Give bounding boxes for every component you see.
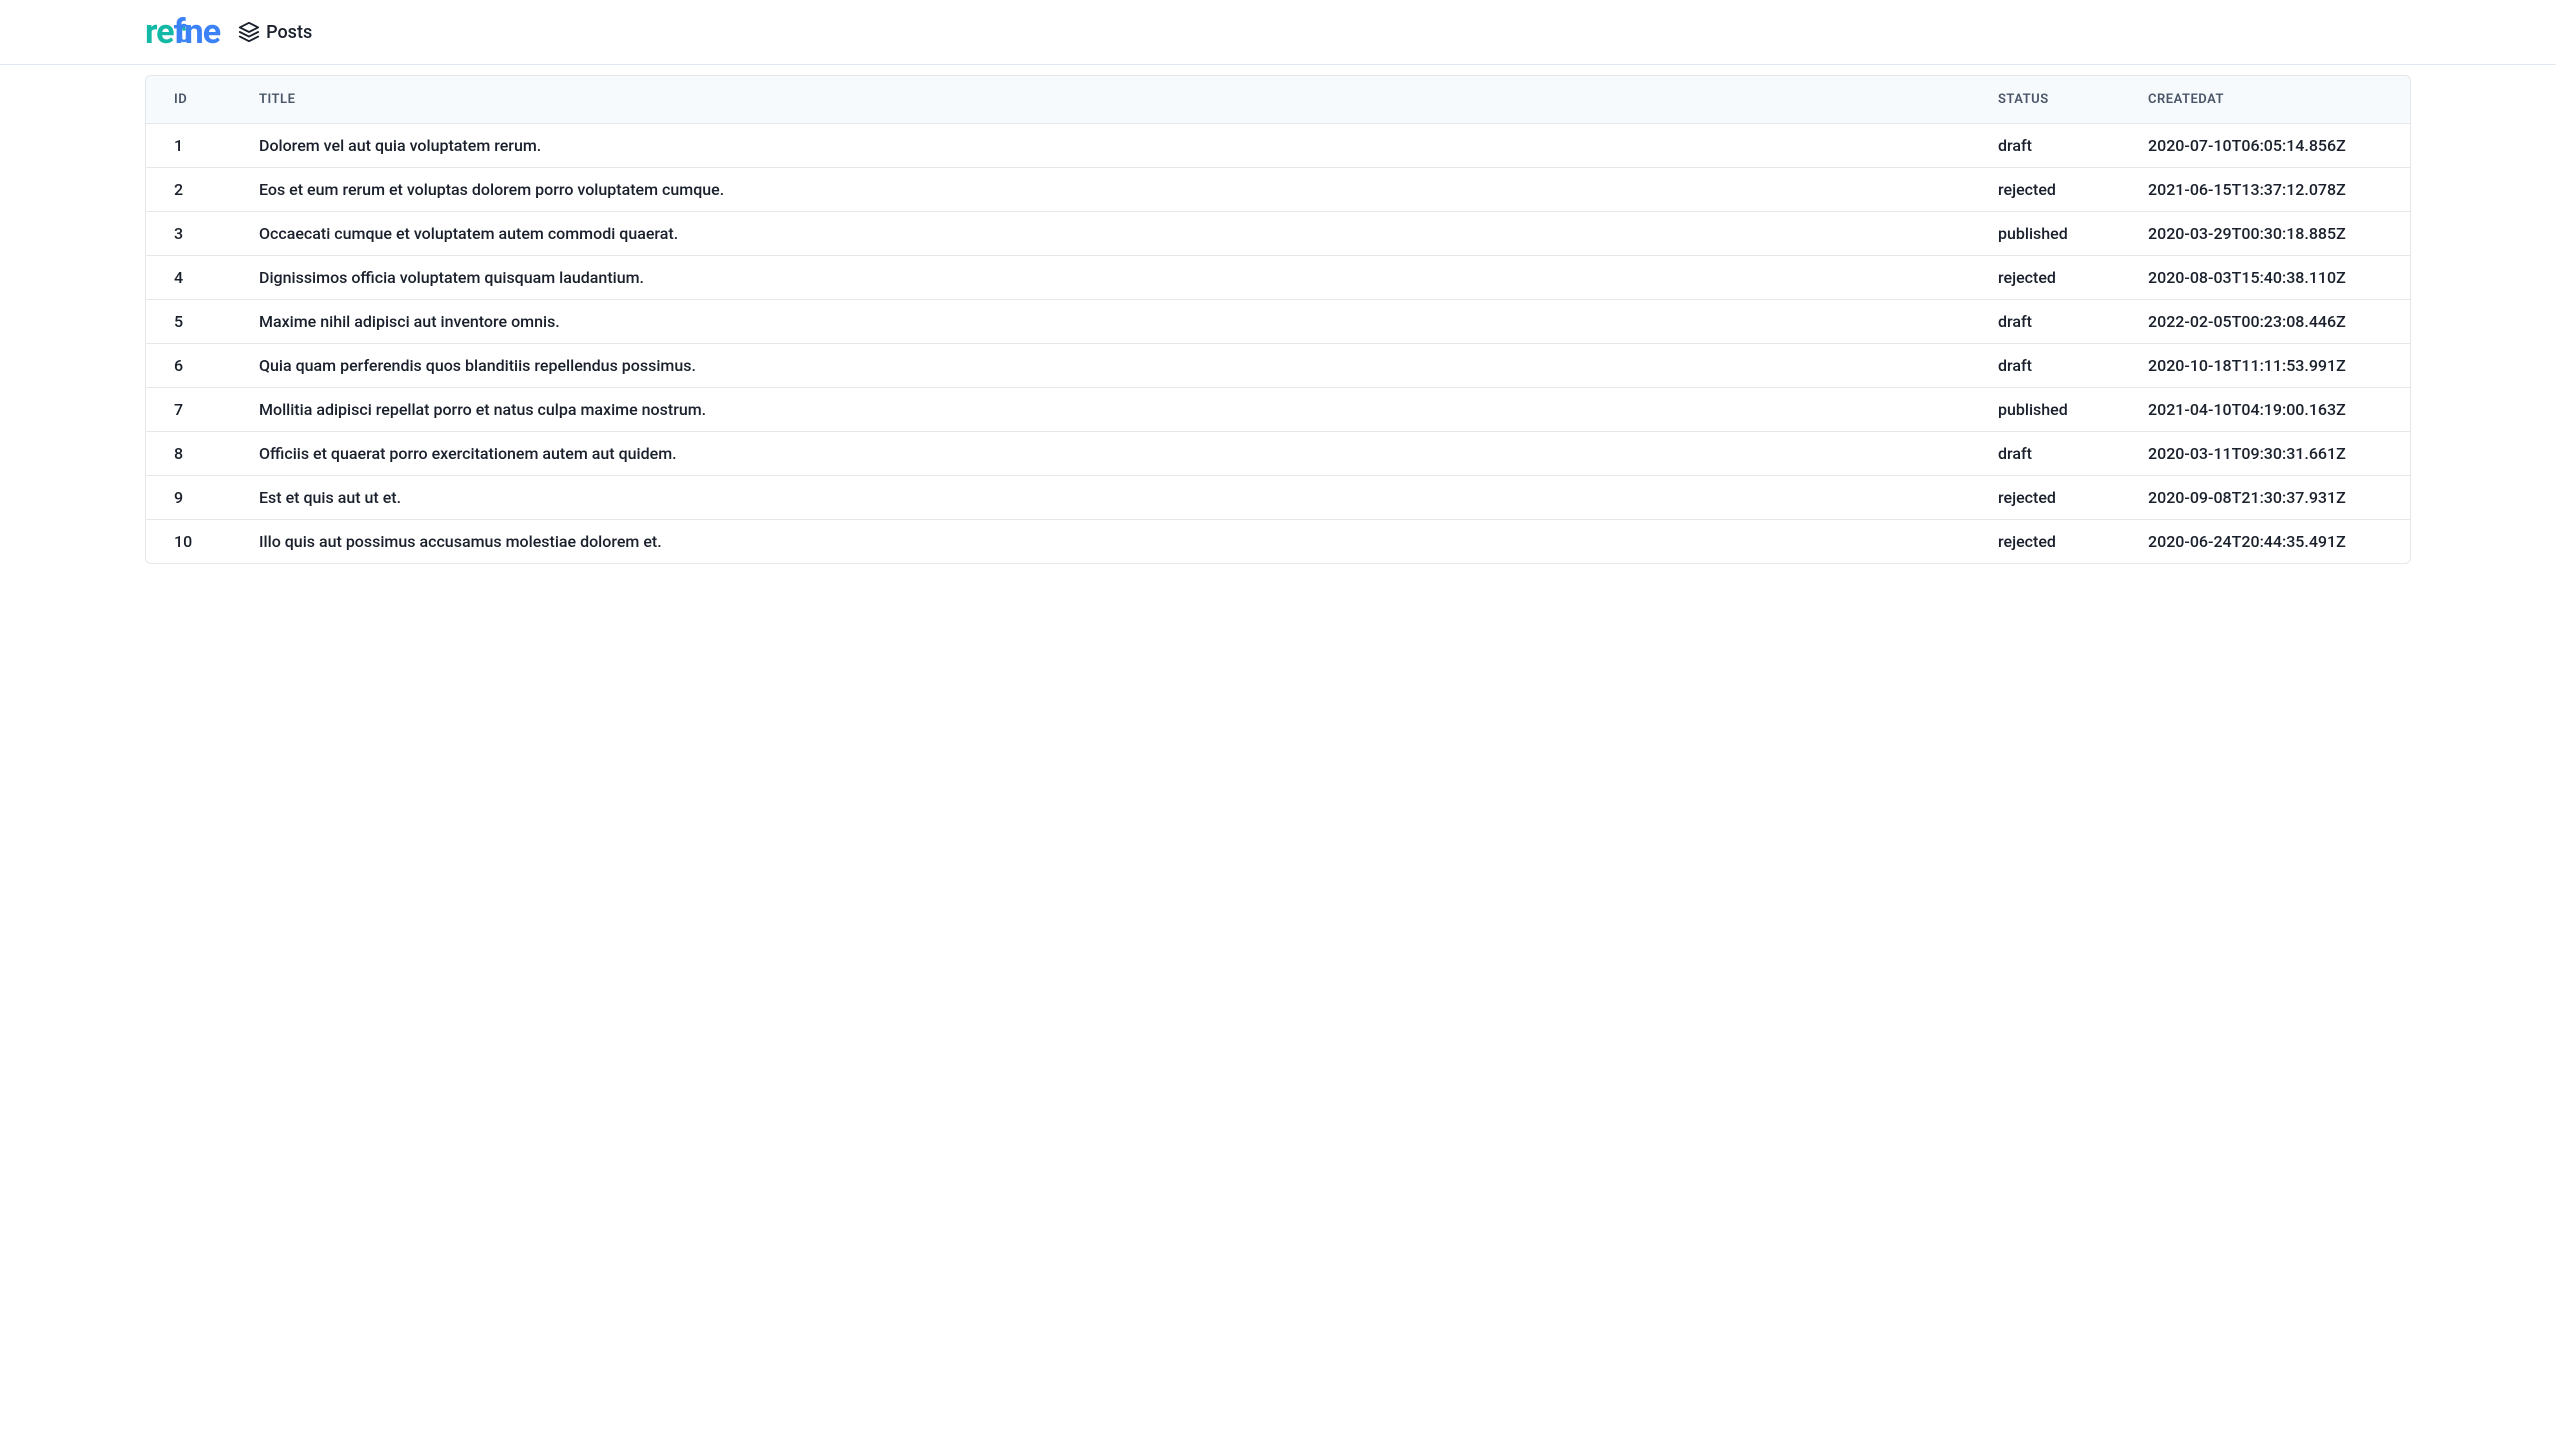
brand-logo-text: refne (145, 12, 220, 52)
cell-id: 9 (146, 476, 231, 520)
table-row[interactable]: 1Dolorem vel aut quia voluptatem rerum.d… (146, 124, 2410, 168)
cell-status: published (1970, 212, 2120, 256)
table-row[interactable]: 4Dignissimos officia voluptatem quisquam… (146, 256, 2410, 300)
cell-status: rejected (1970, 168, 2120, 212)
cell-createdat: 2020-09-08T21:30:37.931Z (2120, 476, 2410, 520)
cell-id: 10 (146, 520, 231, 564)
cell-title: Occaecati cumque et voluptatem autem com… (231, 212, 1970, 256)
cell-createdat: 2020-10-18T11:11:53.991Z (2120, 344, 2410, 388)
column-header-title[interactable]: TITLE (231, 76, 1970, 124)
table-row[interactable]: 6Quia quam perferendis quos blanditiis r… (146, 344, 2410, 388)
cell-title: Eos et eum rerum et voluptas dolorem por… (231, 168, 1970, 212)
table-row[interactable]: 2Eos et eum rerum et voluptas dolorem po… (146, 168, 2410, 212)
nav-item-posts[interactable]: Posts (238, 21, 312, 43)
table-row[interactable]: 7Mollitia adipisci repellat porro et nat… (146, 388, 2410, 432)
cell-id: 3 (146, 212, 231, 256)
cell-title: Officiis et quaerat porro exercitationem… (231, 432, 1970, 476)
cell-createdat: 2020-03-29T00:30:18.885Z (2120, 212, 2410, 256)
table-header: ID TITLE STATUS CREATEDAT (146, 76, 2410, 124)
cell-createdat: 2020-03-11T09:30:31.661Z (2120, 432, 2410, 476)
content-area: ID TITLE STATUS CREATEDAT 1Dolorem vel a… (0, 65, 2556, 574)
cell-id: 5 (146, 300, 231, 344)
column-header-createdat[interactable]: CREATEDAT (2120, 76, 2410, 124)
table-body: 1Dolorem vel aut quia voluptatem rerum.d… (146, 124, 2410, 564)
cell-createdat: 2020-06-24T20:44:35.491Z (2120, 520, 2410, 564)
posts-table: ID TITLE STATUS CREATEDAT 1Dolorem vel a… (146, 76, 2410, 563)
cell-id: 7 (146, 388, 231, 432)
nav-item-label: Posts (266, 22, 312, 43)
table-row[interactable]: 10Illo quis aut possimus accusamus moles… (146, 520, 2410, 564)
cell-title: Dolorem vel aut quia voluptatem rerum. (231, 124, 1970, 168)
cell-status: draft (1970, 432, 2120, 476)
cell-createdat: 2021-04-10T04:19:00.163Z (2120, 388, 2410, 432)
cell-id: 2 (146, 168, 231, 212)
cell-createdat: 2020-08-03T15:40:38.110Z (2120, 256, 2410, 300)
cell-status: draft (1970, 300, 2120, 344)
header: refne Posts (0, 0, 2556, 65)
cell-title: Illo quis aut possimus accusamus molesti… (231, 520, 1970, 564)
cell-id: 6 (146, 344, 231, 388)
cell-createdat: 2020-07-10T06:05:14.856Z (2120, 124, 2410, 168)
cell-status: rejected (1970, 476, 2120, 520)
table-row[interactable]: 3Occaecati cumque et voluptatem autem co… (146, 212, 2410, 256)
cell-title: Mollitia adipisci repellat porro et natu… (231, 388, 1970, 432)
cell-title: Quia quam perferendis quos blanditiis re… (231, 344, 1970, 388)
cell-createdat: 2022-02-05T00:23:08.446Z (2120, 300, 2410, 344)
posts-table-container: ID TITLE STATUS CREATEDAT 1Dolorem vel a… (145, 75, 2411, 564)
cell-id: 1 (146, 124, 231, 168)
table-row[interactable]: 5Maxime nihil adipisci aut inventore omn… (146, 300, 2410, 344)
table-row[interactable]: 8Officiis et quaerat porro exercitatione… (146, 432, 2410, 476)
cell-status: draft (1970, 344, 2120, 388)
cell-status: rejected (1970, 256, 2120, 300)
cell-title: Maxime nihil adipisci aut inventore omni… (231, 300, 1970, 344)
cell-status: published (1970, 388, 2120, 432)
brand-logo[interactable]: refne (145, 12, 220, 52)
cell-id: 4 (146, 256, 231, 300)
cell-status: draft (1970, 124, 2120, 168)
layers-icon (238, 21, 260, 43)
table-row[interactable]: 9Est et quis aut ut et.rejected2020-09-0… (146, 476, 2410, 520)
column-header-id[interactable]: ID (146, 76, 231, 124)
cell-title: Est et quis aut ut et. (231, 476, 1970, 520)
cell-createdat: 2021-06-15T13:37:12.078Z (2120, 168, 2410, 212)
cell-title: Dignissimos officia voluptatem quisquam … (231, 256, 1970, 300)
column-header-status[interactable]: STATUS (1970, 76, 2120, 124)
cell-status: rejected (1970, 520, 2120, 564)
cell-id: 8 (146, 432, 231, 476)
